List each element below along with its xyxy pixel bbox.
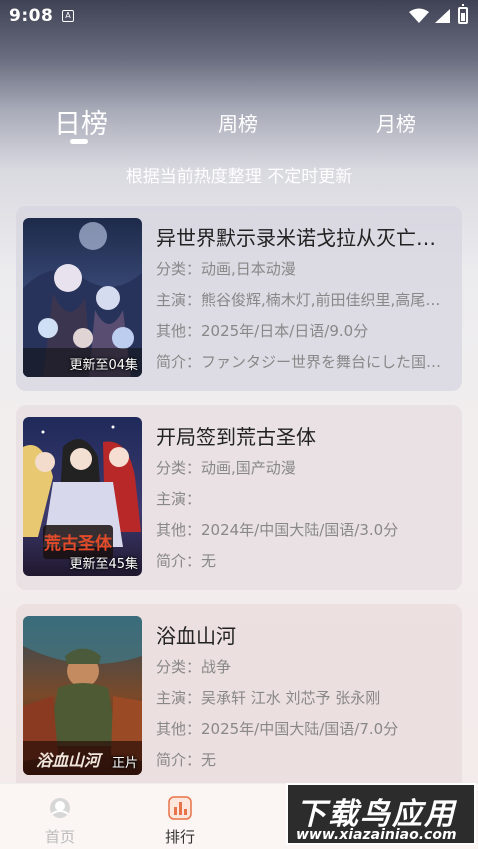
card-category: 分类：动画,国产动漫	[156, 459, 296, 477]
card-cast: 主演：熊谷俊辉,楠木灯,前田佳织里,高尾奏音	[156, 291, 452, 309]
status-time: 9:08	[9, 6, 54, 26]
tab-daily[interactable]: 日榜	[54, 102, 108, 141]
poster-image: 浴血山河 正片	[23, 616, 142, 775]
ranking-chart-icon	[168, 796, 192, 820]
card-cast: 主演：吴承轩 江水 刘芯予 张永刚	[156, 689, 381, 707]
poster-image: 更新至04集	[23, 218, 142, 377]
card-title: 浴血山河	[156, 624, 236, 648]
card-title: 异世界默示录米诺戈拉从灭亡开始	[156, 226, 452, 250]
card-intro: 简介：无	[156, 751, 217, 769]
card-intro: 简介：无	[156, 552, 217, 570]
battery-icon	[458, 4, 468, 24]
episode-badge: 更新至04集	[69, 358, 138, 373]
ranking-card[interactable]: 荒古圣体 更新至45集 开局签到荒古圣体 分类：动画,国产动漫 主演： 其他：2…	[16, 405, 462, 590]
tab-monthly[interactable]: 月榜	[376, 108, 416, 137]
ranking-card[interactable]: 浴血山河 正片 浴血山河 分类：战争 主演：吴承轩 江水 刘芯予 张永刚 其他：…	[16, 604, 462, 784]
episode-badge: 正片	[111, 756, 138, 771]
nav-home[interactable]: 首页	[30, 796, 90, 847]
card-cast: 主演：	[156, 490, 202, 508]
ranking-tabs: 日榜 周榜 月榜	[0, 100, 478, 150]
nav-ranking-label: 排行	[164, 828, 195, 846]
card-title: 开局签到荒古圣体	[156, 425, 316, 449]
poster-title-text: 浴血山河	[36, 751, 103, 770]
signal-icon	[435, 9, 450, 23]
ranking-subtitle: 根据当前热度整理 不定时更新	[125, 167, 353, 187]
card-other: 其他：2024年/中国大陆/国语/3.0分	[156, 521, 399, 539]
watermark-url: www.xiazainiao.com	[296, 827, 457, 843]
notification-icon: A	[62, 10, 74, 22]
card-category: 分类：战争	[156, 658, 232, 676]
nav-ranking[interactable]: 排行	[150, 796, 210, 847]
poster-image: 荒古圣体 更新至45集	[23, 417, 142, 576]
home-icon	[50, 798, 70, 818]
nav-home-label: 首页	[44, 828, 75, 846]
card-intro: 简介：ファンタジー世界を舞台にした国家経営	[156, 353, 452, 371]
card-category: 分类：动画,日本动漫	[156, 260, 296, 278]
active-tab-indicator	[70, 139, 88, 144]
card-other: 其他：2025年/日本/日语/9.0分	[156, 322, 369, 340]
site-watermark: 下载鸟应用 www.xiazainiao.com	[286, 783, 476, 845]
card-other: 其他：2025年/中国大陆/国语/7.0分	[156, 720, 399, 738]
status-bar: 9:08 A	[0, 0, 478, 32]
ranking-card[interactable]: 更新至04集 异世界默示录米诺戈拉从灭亡开始 分类：动画,日本动漫 主演：熊谷俊…	[16, 206, 462, 391]
wifi-icon	[409, 8, 429, 23]
tab-weekly[interactable]: 周榜	[218, 108, 258, 137]
poster-title-text: 荒古圣体	[43, 533, 113, 554]
episode-badge: 更新至45集	[69, 557, 138, 572]
